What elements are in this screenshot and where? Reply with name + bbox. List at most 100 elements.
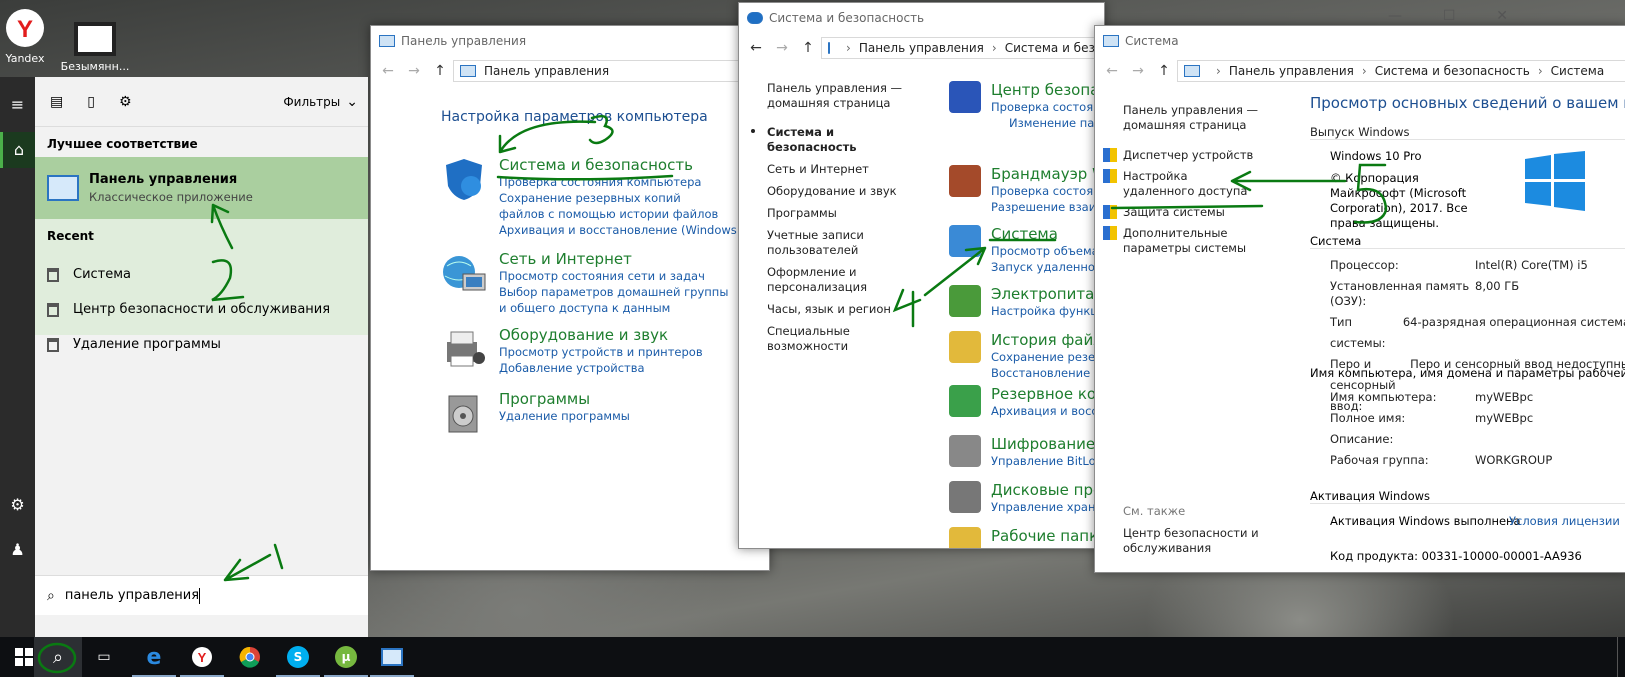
windows-logo-icon	[1525, 151, 1585, 214]
control-panel-taskbar-button[interactable]	[368, 637, 416, 677]
sb-category-title[interactable]: Система	[991, 225, 1104, 243]
link[interactable]: Архивация и восстановление (Windows 7)	[499, 222, 752, 238]
back-button[interactable]: ←	[743, 40, 769, 56]
nav-programs[interactable]: Программы	[767, 206, 917, 221]
recent-item[interactable]: Удаление программы	[35, 327, 368, 362]
forward-button[interactable]: →	[1125, 63, 1151, 79]
forward-button[interactable]: →	[401, 63, 427, 79]
sb-category-title[interactable]: Электропитание	[991, 285, 1104, 303]
control-panel-window: Панель управления ← → ↑ Панель управлени…	[370, 25, 770, 571]
nav-hardware[interactable]: Оборудование и звук	[767, 184, 917, 199]
up-button[interactable]: ↑	[1151, 63, 1177, 79]
nav-network[interactable]: Сеть и Интернет	[767, 162, 917, 177]
sb-category-title[interactable]: Шифрование диска	[991, 435, 1104, 453]
address-bar[interactable]: Панель управления	[453, 60, 769, 82]
link[interactable]: Разрешение взаимодействия	[991, 199, 1104, 215]
nav-appearance[interactable]: Оформление и персонализация	[767, 265, 867, 295]
link[interactable]: Сохранение резервных копий файлов с помо…	[499, 190, 729, 222]
show-desktop-button[interactable]	[1617, 637, 1625, 677]
link[interactable]: Просмотр состояния сети и задач	[499, 268, 729, 284]
search-taskbar-button[interactable]: ⌕	[34, 637, 82, 677]
sb-category-title[interactable]: Резервное копирование	[991, 385, 1104, 403]
link[interactable]: Управление BitLocker	[991, 453, 1104, 469]
link[interactable]: Добавление устройства	[499, 360, 703, 376]
link[interactable]: Управление рабочими	[991, 545, 1104, 548]
documents-filter-icon[interactable]: ▤	[50, 94, 63, 110]
key-icon	[949, 435, 981, 467]
link[interactable]: Просмотр устройств и принтеров	[499, 344, 703, 360]
sb-category-title[interactable]: Центр безопасности	[991, 81, 1104, 99]
settings-filter-icon[interactable]: ⚙	[119, 94, 132, 110]
search-input[interactable]: панель управления	[65, 588, 199, 603]
nav-accessibility[interactable]: Специальные возможности	[767, 324, 917, 354]
category-title[interactable]: Система и безопасность	[499, 156, 752, 174]
nav-system-protection[interactable]: Защита системы	[1103, 205, 1283, 220]
link[interactable]: Изменение параметров	[991, 115, 1104, 131]
recent-item[interactable]: Система	[35, 257, 368, 292]
link[interactable]: Проверка состояния компьютера	[499, 174, 752, 190]
license-link[interactable]: Условия лицензии	[1509, 514, 1625, 529]
recent-item[interactable]: Центр безопасности и обслуживания	[35, 292, 368, 327]
up-button[interactable]: ↑	[795, 40, 821, 56]
yandex-button[interactable]: Y	[178, 637, 226, 677]
category-title[interactable]: Оборудование и звук	[499, 326, 703, 344]
sb-category-title[interactable]: Брандмауэр Windows	[991, 165, 1104, 183]
edge-button[interactable]: e	[130, 637, 178, 677]
back-button[interactable]: ←	[1099, 63, 1125, 79]
link[interactable]: Настройка функций	[991, 303, 1104, 319]
folder-icon	[949, 331, 981, 363]
home-icon[interactable]: ⌂	[0, 132, 35, 168]
link[interactable]: Проверка состояния	[991, 99, 1104, 115]
forward-button[interactable]: →	[769, 40, 795, 56]
category-system-security: Система и безопасность Проверка состояни…	[441, 156, 769, 238]
link[interactable]: Просмотр объема	[991, 243, 1104, 259]
maximize-button[interactable]: ☐	[1443, 8, 1456, 24]
address-bar[interactable]: ›Панель управления›Система и безопасност…	[1177, 60, 1625, 82]
nav-clock[interactable]: Часы, язык и регион	[767, 302, 917, 317]
task-view-button[interactable]: ▭	[80, 637, 128, 677]
category-title[interactable]: Программы	[499, 390, 630, 408]
nav-accounts[interactable]: Учетные записи пользователей	[767, 228, 867, 258]
link[interactable]: Сохранение резервных	[991, 349, 1104, 365]
nav-advanced-settings[interactable]: Дополнительные параметры системы	[1103, 226, 1283, 256]
programs-disk-icon	[441, 390, 487, 436]
link[interactable]: Архивация и восстановление	[991, 403, 1104, 419]
section-computer-name: Имя компьютера, имя домена и параметры р…	[1310, 366, 1625, 380]
sb-category-title[interactable]: Дисковые пространства	[991, 481, 1104, 499]
filters-dropdown[interactable]: Фильтры ⌄	[283, 94, 358, 110]
minimize-button[interactable]: —	[1388, 8, 1402, 24]
link[interactable]: Проверка состояния	[991, 183, 1104, 199]
sb-category-title[interactable]: История файлов	[991, 331, 1104, 349]
hamburger-icon[interactable]: ≡	[0, 87, 35, 123]
link[interactable]: Выбор параметров домашней группы и общег…	[499, 284, 729, 316]
info-row: Имя компьютера: myWEBpc	[1330, 390, 1534, 404]
nav-device-manager[interactable]: Диспетчер устройств	[1103, 148, 1283, 163]
skype-button[interactable]: S	[274, 637, 322, 677]
close-button[interactable]: ✕	[1496, 8, 1508, 24]
back-button[interactable]: ←	[375, 63, 401, 79]
nav-remote-settings[interactable]: Настройка удаленного доступа	[1103, 169, 1283, 199]
printer-icon	[441, 326, 487, 372]
link[interactable]: Управление хранилищем	[991, 499, 1104, 515]
product-key: Код продукта: 00331-10000-00001-AA936	[1330, 549, 1582, 563]
category-title[interactable]: Сеть и Интернет	[499, 250, 729, 268]
sb-category-title[interactable]: Рабочие папки	[991, 527, 1104, 545]
address-bar[interactable]: ›Панель управления›Система и безопасност…	[821, 37, 1104, 59]
nav-system-security[interactable]: Система и безопасность	[767, 125, 917, 155]
link[interactable]: Запуск удаленного	[991, 259, 1104, 275]
chrome-button[interactable]	[226, 637, 274, 677]
up-button[interactable]: ↑	[427, 63, 453, 79]
people-icon[interactable]: ♟	[0, 532, 35, 568]
nav-home[interactable]: Панель управления — домашняя страница	[1123, 103, 1263, 133]
best-match-item[interactable]: Панель управления Классическое приложени…	[35, 157, 368, 219]
search-box[interactable]: ⌕ панель управления	[35, 575, 368, 615]
link-security-center[interactable]: Центр безопасности и обслуживания	[1123, 526, 1263, 556]
file-filter-icon[interactable]: ▯	[87, 94, 95, 110]
nav-home[interactable]: Панель управления — домашняя страница	[767, 81, 917, 111]
gear-icon[interactable]: ⚙	[0, 487, 35, 523]
desktop-icon-yandex[interactable]: Y Yandex	[0, 8, 60, 65]
desktop-icon-image[interactable]: Безымянн...	[60, 8, 130, 73]
link[interactable]: Удаление программы	[499, 408, 630, 424]
utorrent-button[interactable]: µ	[322, 637, 370, 677]
link[interactable]: Восстановление файлов	[991, 365, 1104, 381]
